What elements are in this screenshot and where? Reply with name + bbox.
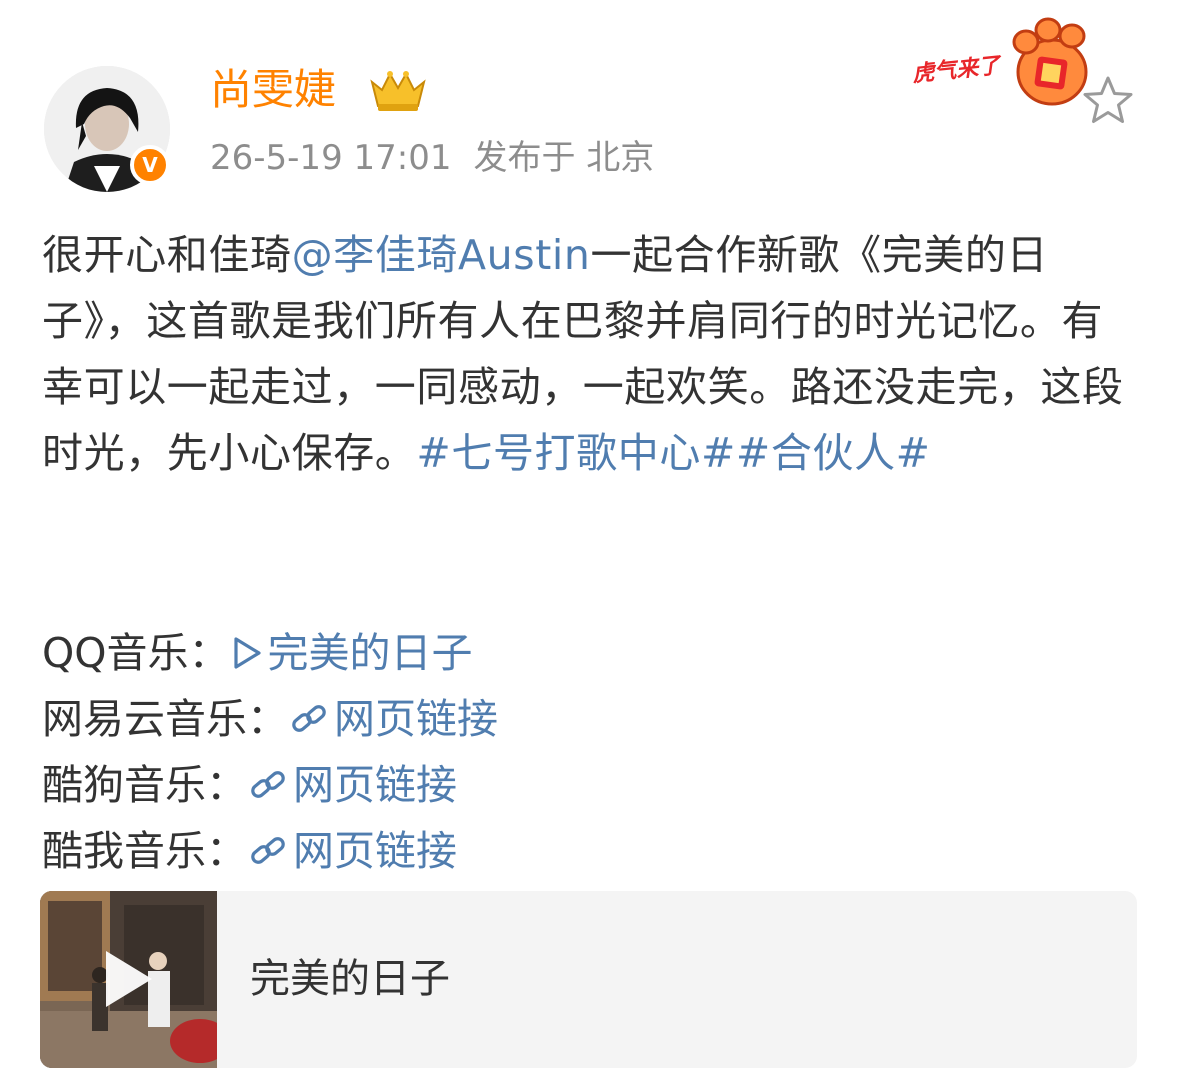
qq-music-link[interactable]: 完美的日子 — [230, 620, 473, 686]
music-row-label: 酷我音乐： — [42, 827, 247, 875]
music-row-kugou: 酷狗音乐： 网页链接 — [42, 752, 498, 818]
play-icon — [233, 637, 261, 669]
vip-crown-icon — [368, 68, 428, 118]
post-content: 很开心和佳琦@李佳琦Austin一起合作新歌《完美的日子》，这首歌是我们所有人在… — [42, 222, 1134, 486]
link-icon — [251, 837, 285, 864]
music-row-label: 网易云音乐： — [42, 695, 288, 743]
music-row-kuwo: 酷我音乐： 网页链接 — [42, 818, 498, 884]
music-links: QQ音乐： 完美的日子 网易云音乐： 网页链接 酷狗音乐： 网页链接 酷我音乐：… — [42, 620, 498, 884]
music-link-text: 网页链接 — [334, 695, 498, 743]
music-link-text: 网页链接 — [293, 827, 457, 875]
topic-link[interactable]: #合伙人# — [736, 429, 931, 477]
music-row-label: 酷狗音乐： — [42, 761, 247, 809]
link-icon — [251, 771, 285, 798]
kuwo-music-link[interactable]: 网页链接 — [247, 818, 457, 884]
card-title: 完美的日子 — [250, 956, 450, 1002]
kugou-music-link[interactable]: 网页链接 — [247, 752, 457, 818]
post-timestamp: 26-5-19 17:01 — [210, 138, 452, 178]
favorite-star-icon[interactable] — [1080, 74, 1136, 132]
tiger-sticker-icon: 虎气来了 — [908, 12, 1094, 112]
post-location: 发布于 北京 — [473, 138, 655, 178]
topic-link[interactable]: #七号打歌中心# — [416, 429, 736, 477]
music-link-text: 完美的日子 — [267, 629, 473, 677]
verified-badge-icon: V — [130, 145, 170, 185]
music-row-label: QQ音乐： — [42, 629, 230, 677]
netease-music-link[interactable]: 网页链接 — [288, 686, 498, 752]
music-row-netease: 网易云音乐： 网页链接 — [42, 686, 498, 752]
content-text: 很开心和佳琦 — [42, 231, 292, 279]
music-row-qq: QQ音乐： 完美的日子 — [42, 620, 498, 686]
card-thumbnail[interactable] — [40, 891, 217, 1068]
author-name[interactable]: 尚雯婕 — [210, 64, 336, 116]
mention-link[interactable]: @李佳琦Austin — [292, 231, 591, 279]
music-link-text: 网页链接 — [293, 761, 457, 809]
media-card[interactable]: 完美的日子 — [40, 891, 1137, 1068]
link-icon — [292, 705, 326, 732]
post-meta: 26-5-19 17:01 发布于 北京 — [210, 138, 654, 178]
